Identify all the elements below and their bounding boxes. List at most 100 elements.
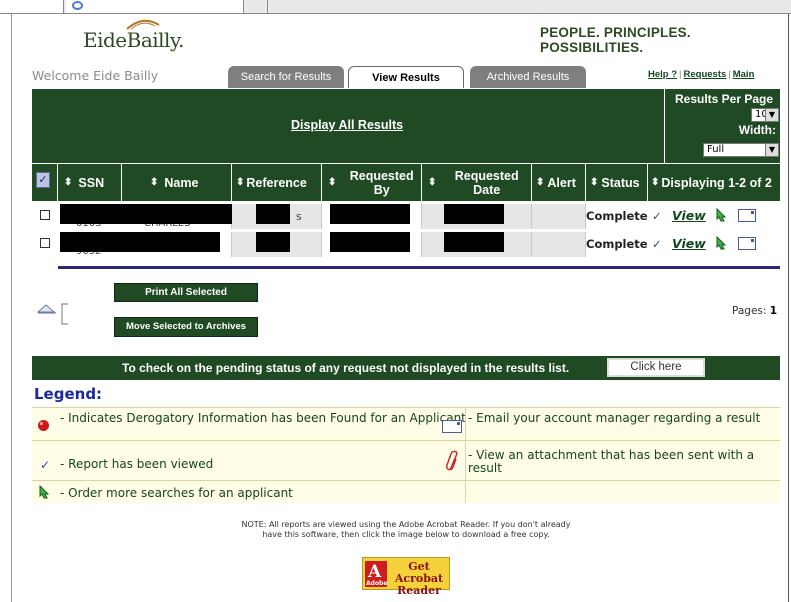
alert-cell	[532, 204, 586, 229]
get-acrobat-reader-button[interactable]: A Adobe Get Acrobat Reader	[362, 557, 450, 597]
toolbar-separator	[246, 0, 268, 13]
table-row: 0103 CHARLES s Complete ✓ View	[32, 204, 780, 229]
requested-date-cell	[422, 232, 532, 257]
select-all-checkbox[interactable]: ✓	[36, 172, 50, 188]
displaying-count: Displaying 1-2 of 2	[661, 175, 772, 190]
help-links: Help ? | Requests | Main	[648, 69, 754, 80]
view-report-link[interactable]: View	[672, 208, 706, 223]
column-reference-label: Reference	[246, 175, 307, 190]
width-select[interactable]: Full ▼	[703, 143, 779, 157]
checkmark-icon: ✓	[652, 237, 662, 251]
selection-bracket-icon	[36, 303, 68, 325]
column-name[interactable]: ⬍ Name	[122, 164, 232, 201]
legend-panel: - Indicates Derogatory Information has b…	[32, 407, 780, 503]
redaction-bar	[256, 204, 290, 224]
column-name-label: Name	[164, 175, 199, 190]
status-text: Complete	[586, 237, 648, 251]
sort-icon: ⬍	[590, 177, 599, 188]
legend-title: Legend:	[34, 385, 103, 403]
table-bottom-rule	[58, 266, 780, 269]
redaction-bar	[330, 232, 410, 252]
acrobat-note-line: NOTE: All reports are viewed using the A…	[241, 520, 571, 529]
click-here-button[interactable]: Click here	[607, 358, 705, 377]
reference-fragment: s	[296, 210, 302, 223]
legend-text: - Report has been viewed	[60, 457, 214, 471]
checkmark-icon: ✓	[40, 458, 51, 472]
width-label: Width:	[738, 123, 776, 137]
column-ssn[interactable]: ⬍ SSN	[58, 164, 122, 201]
column-requested-by-label: Requested By	[349, 168, 414, 197]
column-status[interactable]: ⬍ Status	[586, 164, 648, 201]
requested-date-cell	[422, 204, 532, 229]
help-link[interactable]: Help ?	[648, 69, 677, 80]
legend-divider	[465, 407, 466, 503]
chevron-down-icon: ▼	[765, 109, 778, 121]
envelope-icon	[442, 420, 462, 433]
column-alert-label: Alert	[547, 175, 576, 190]
redaction-bar	[444, 232, 504, 252]
acrobat-note-line: have this software, then click the image…	[262, 530, 550, 539]
envelope-icon[interactable]	[738, 237, 756, 250]
results-per-page-label: Results Per Page	[675, 92, 774, 106]
row-checkbox[interactable]	[40, 210, 50, 220]
checkmark-icon: ✓	[652, 209, 662, 223]
browser-toolbar-remnant	[0, 0, 791, 14]
table-row: 9052 Complete ✓ View	[32, 232, 780, 257]
sort-icon: ⬍	[328, 177, 337, 188]
results-per-page-panel: Results Per Page 10 ▼ Width: Full ▼	[664, 89, 780, 163]
browser-tab-fragment[interactable]	[66, 0, 244, 13]
results-per-page-select[interactable]: 10 ▼	[751, 108, 779, 122]
row-checkbox[interactable]	[40, 238, 50, 248]
move-to-archives-button[interactable]: Move Selected to Archives	[114, 317, 258, 337]
column-status-label: Status	[601, 175, 640, 190]
redaction-bar	[330, 204, 410, 224]
pages-label: Pages:	[732, 305, 767, 317]
sort-icon: ⬍	[64, 177, 73, 188]
green-arrow-icon[interactable]	[714, 236, 728, 250]
legend-text: - View an attachment that has been sent …	[468, 448, 755, 475]
tab-archived-results[interactable]: Archived Results	[470, 66, 586, 88]
column-requested-date[interactable]: ⬍ Requested Date	[422, 164, 532, 201]
column-ssn-label: SSN	[78, 175, 105, 190]
acrobat-note: NOTE: All reports are viewed using the A…	[32, 520, 780, 540]
column-requested-date-label: Requested Date	[454, 168, 519, 197]
redaction-bar	[60, 204, 246, 224]
sort-icon: ⬍	[150, 177, 159, 188]
acrobat-line2: Reader	[397, 584, 441, 597]
pagination: Pages: 1	[732, 305, 777, 317]
page-left-border	[11, 14, 12, 602]
sort-icon: ⬍	[236, 177, 245, 188]
main-link[interactable]: Main	[733, 69, 755, 80]
page-number-link[interactable]: 1	[770, 305, 777, 317]
width-value: Full	[707, 144, 725, 155]
requests-link[interactable]: Requests	[684, 69, 727, 80]
column-reference[interactable]: ⬍ Reference	[232, 164, 322, 201]
column-alert[interactable]: ⬍ Alert	[532, 164, 586, 201]
view-report-link[interactable]: View	[672, 236, 706, 251]
ssn-name-cell: 0103 CHARLES	[58, 204, 246, 229]
company-logo: EideBailly.	[83, 28, 184, 52]
results-table-header: ⬍ SSN ⬍ Name ⬍ Reference ⬍ Requested By ⬍ Req…	[32, 164, 780, 201]
legend-text: - Order more searches for an applicant	[60, 486, 293, 500]
legend-text: - Email your account manager regarding a…	[468, 411, 761, 425]
company-tagline: PEOPLE. PRINCIPLES. POSSIBILITIES.	[540, 25, 691, 55]
red-dot-icon	[38, 420, 49, 431]
welcome-message: Welcome Eide Bailly	[32, 68, 159, 83]
sort-icon: ⬍	[428, 177, 437, 188]
column-requested-by[interactable]: ⬍ Requested By	[322, 164, 422, 201]
reference-cell: s	[232, 204, 322, 229]
green-arrow-icon[interactable]	[714, 208, 728, 222]
tab-search-for-results[interactable]: Search for Results	[228, 66, 344, 88]
browser-favicon-icon	[72, 1, 83, 10]
acrobat-line1: Get Acrobat	[394, 560, 444, 585]
sort-icon: ⬍	[536, 177, 545, 188]
alert-cell	[532, 232, 586, 257]
adobe-logo-icon: A Adobe	[365, 561, 388, 587]
redaction-bar	[444, 204, 504, 224]
requested-by-cell	[322, 204, 422, 229]
print-all-selected-button[interactable]: Print All Selected	[114, 283, 258, 302]
tab-view-results[interactable]: View Results	[348, 66, 464, 88]
sort-icon: ⬍	[651, 177, 660, 188]
envelope-icon[interactable]	[738, 209, 756, 222]
display-all-results-link[interactable]: Display All Results	[291, 118, 403, 132]
